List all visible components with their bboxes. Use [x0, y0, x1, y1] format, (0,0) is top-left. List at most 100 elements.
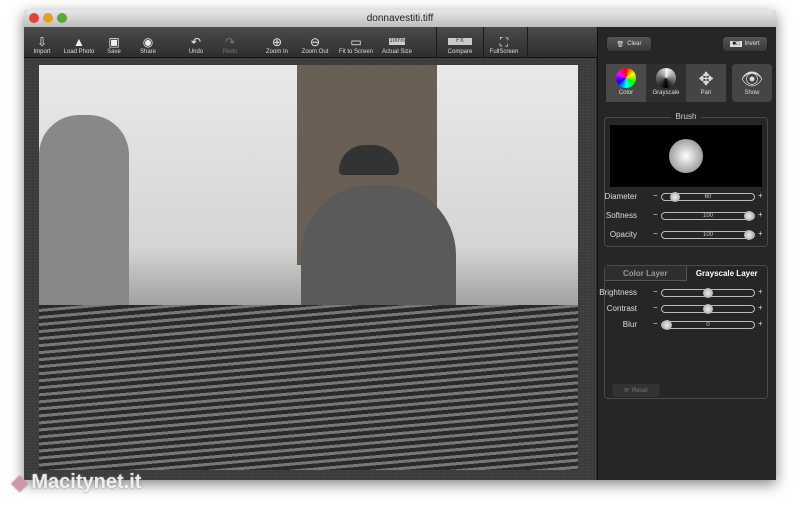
zoom-out-button[interactable]: ⊖ Zoom Out: [295, 35, 335, 55]
fit-to-screen-button[interactable]: ▭ Fit to Screen: [334, 35, 378, 55]
minus-button[interactable]: −: [653, 319, 658, 328]
redo-icon: ↷: [224, 35, 236, 49]
fullscreen-button[interactable]: ⛶ FullScreen: [484, 35, 524, 55]
minus-button[interactable]: −: [653, 210, 658, 219]
show-button[interactable]: 👁 Show: [732, 64, 772, 102]
import-button[interactable]: ⇩ Import: [24, 35, 62, 55]
redo-button[interactable]: ↷ Redo: [210, 35, 250, 55]
invert-icon: ■□: [730, 41, 742, 47]
slider-brightness: Brightness − +: [599, 287, 767, 299]
slider-blur: Blur − 0 +: [605, 319, 767, 331]
label: Zoom Out: [301, 49, 329, 55]
slider-contrast: Contrast − +: [605, 303, 767, 315]
label: Color: [618, 90, 634, 96]
compare-icon: FX: [448, 38, 472, 45]
grayscale-wheel-icon: [646, 68, 686, 90]
invert-button[interactable]: ■□ Invert: [722, 36, 768, 52]
slider-track[interactable]: 100: [661, 230, 755, 240]
slider-label: Contrast: [606, 304, 637, 313]
minus-button[interactable]: −: [653, 303, 658, 312]
slider-track[interactable]: [661, 288, 755, 298]
photo[interactable]: [39, 65, 578, 470]
reset-button[interactable]: ⟳ Reset: [611, 383, 661, 398]
brush-group: Brush Diameter − 60 + Softness − 100 + Opacity − 1…: [604, 112, 768, 247]
label: Save: [107, 49, 121, 55]
slider-track[interactable]: [661, 304, 755, 314]
zoom-in-icon: ⊕: [271, 35, 283, 49]
plus-button[interactable]: +: [758, 229, 763, 238]
slider-knob[interactable]: [703, 288, 713, 298]
actual-size-button[interactable]: 100% Actual Size: [377, 35, 417, 55]
minus-button[interactable]: −: [653, 287, 658, 296]
slider-value: 0: [706, 322, 710, 328]
slider-softness: Softness − 100 +: [605, 210, 767, 222]
side-panel: 🗑 Clear ■□ Invert Color Grayscale ✥ Pan 👁 Sh…: [597, 27, 776, 480]
slider-knob[interactable]: [670, 192, 681, 202]
slider-label: Softness: [605, 211, 637, 220]
watermark-text: Macitynet.it: [31, 471, 142, 493]
title-bar: donnavestiti.tiff: [24, 10, 776, 27]
slider-knob[interactable]: [744, 211, 754, 221]
label: Zoom In: [265, 49, 288, 55]
zoom-button[interactable]: [57, 13, 67, 23]
slider-track[interactable]: 0: [661, 320, 755, 330]
share-icon: ◉: [142, 35, 154, 49]
slider-value: 60: [704, 194, 712, 200]
label: Import: [33, 49, 51, 55]
plus-button[interactable]: +: [758, 191, 763, 200]
pan-arrows-icon: ✥: [698, 69, 714, 89]
minus-button[interactable]: −: [653, 191, 658, 200]
plus-button[interactable]: +: [758, 287, 763, 296]
slider-knob[interactable]: [703, 304, 713, 314]
plus-button[interactable]: +: [758, 319, 763, 328]
image-canvas[interactable]: [24, 58, 596, 480]
label: Actual Size: [381, 49, 412, 55]
slider-track[interactable]: 100: [661, 211, 755, 221]
label: Load Photo: [63, 49, 95, 55]
label: FullScreen: [489, 49, 519, 55]
fullscreen-icon: ⛶: [499, 35, 509, 49]
label: Pan: [700, 90, 712, 96]
load-photo-button[interactable]: ▲ Load Photo: [59, 35, 99, 55]
label: Reset: [632, 387, 648, 394]
tool-color[interactable]: Color: [606, 64, 646, 102]
slider-label: Diameter: [604, 192, 637, 201]
minimize-button[interactable]: [43, 13, 53, 23]
slider-knob[interactable]: [662, 320, 672, 330]
label: Grayscale: [652, 90, 680, 96]
eye-icon: 👁: [740, 69, 764, 89]
zoom-in-button[interactable]: ⊕ Zoom In: [257, 35, 297, 55]
close-button[interactable]: [29, 13, 39, 23]
plus-button[interactable]: +: [758, 303, 763, 312]
share-button[interactable]: ◉ Share: [128, 35, 168, 55]
import-icon: ⇩: [36, 35, 48, 49]
tab-grayscale-layer[interactable]: Grayscale Layer: [687, 266, 768, 281]
tool-pan[interactable]: ✥ Pan: [686, 64, 726, 102]
label: Fit to Screen: [338, 49, 373, 55]
clear-button[interactable]: 🗑 Clear: [606, 36, 652, 52]
app-window: donnavestiti.tiff ⇩ Import ▲ Load Photo ▣ S…: [24, 10, 776, 480]
slider-knob[interactable]: [744, 230, 754, 240]
trash-icon: 🗑: [616, 41, 625, 48]
zoom-out-icon: ⊖: [309, 35, 321, 49]
label: Share: [139, 49, 156, 55]
layer-group: Color Layer Grayscale Layer Brightness − +…: [599, 265, 768, 399]
compare-button[interactable]: FX Compare: [440, 35, 480, 55]
brush-title: Brush: [670, 112, 702, 121]
slider-value: 100: [702, 232, 713, 238]
brush-preview: [610, 125, 762, 187]
label: Invert: [744, 41, 760, 47]
color-wheel-icon: [606, 68, 646, 90]
slider-label: Opacity: [609, 230, 637, 239]
watermark-logo-icon: ◆: [12, 472, 28, 494]
slider-diameter: Diameter − 60 +: [605, 191, 767, 203]
tab-color-layer[interactable]: Color Layer: [605, 266, 687, 281]
label: Compare: [447, 49, 473, 55]
minus-button[interactable]: −: [653, 229, 658, 238]
slider-track[interactable]: 60: [661, 192, 755, 202]
tool-grayscale[interactable]: Grayscale: [646, 64, 686, 102]
plus-button[interactable]: +: [758, 210, 763, 219]
label: Undo: [188, 49, 204, 55]
label: Show: [744, 90, 760, 96]
reset-icon: ⟳: [624, 388, 630, 394]
